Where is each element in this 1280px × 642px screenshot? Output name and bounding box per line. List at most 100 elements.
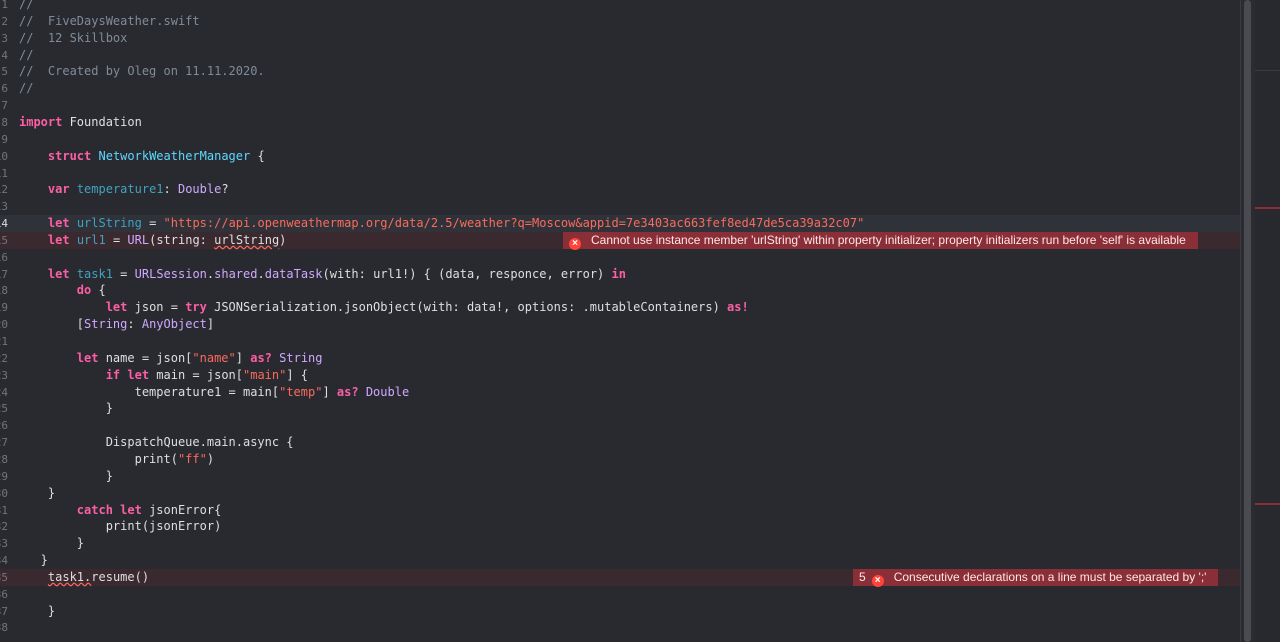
code-text: //	[19, 80, 33, 97]
code-token: =	[141, 216, 164, 231]
code-token: shared	[214, 266, 258, 281]
code-line[interactable]: 3 // 12 Skillbox	[0, 30, 1240, 47]
code-token: )	[279, 232, 287, 247]
code-token: struct	[47, 148, 92, 163]
code-token: let	[105, 300, 128, 315]
code-line[interactable]: 16	[0, 249, 1240, 266]
line-number: 2	[1, 14, 8, 28]
code-token: do	[76, 283, 92, 298]
code-editor[interactable]: 1 // 2 // FiveDaysWeather.swift 3 // 12 Skill…	[0, 0, 1240, 642]
code-line[interactable]: 34 }	[0, 552, 1240, 569]
code-token: main = json[	[149, 367, 243, 382]
scrollbar-thumb[interactable]	[1244, 0, 1251, 642]
code-token: String	[84, 317, 128, 332]
code-text: print(jsonError)	[19, 518, 222, 535]
code-line[interactable]: 19 let json = try JSONSerialization.json…	[0, 299, 1240, 316]
code-text: // Created by Oleg on 11.11.2020.	[19, 63, 265, 80]
code-line[interactable]: 1 //	[0, 0, 1240, 13]
code-line[interactable]: 29 }	[0, 468, 1240, 485]
code-token: AnyObject	[141, 317, 207, 332]
code-token: .	[257, 266, 265, 281]
code-text: struct NetworkWeatherManager {	[19, 148, 265, 165]
line-number: 9	[1, 132, 8, 146]
line-number: 36	[0, 587, 8, 601]
code-line[interactable]: 20 [String: AnyObject]	[0, 316, 1240, 333]
code-line[interactable]: 5 // Created by Oleg on 11.11.2020.	[0, 63, 1240, 80]
code-line[interactable]: 2 // FiveDaysWeather.swift	[0, 13, 1240, 30]
code-token: jsonError{	[141, 502, 222, 517]
code-line[interactable]: 31 catch let jsonError{	[0, 502, 1240, 519]
code-token: ]	[235, 350, 251, 365]
code-line[interactable]: 8 import Foundation	[0, 114, 1240, 131]
code-token: }	[19, 485, 56, 500]
code-line[interactable]: 17 let task1 = URLSession.shared.dataTas…	[0, 266, 1240, 283]
code-token: if	[105, 367, 121, 382]
code-token: ] {	[286, 367, 309, 382]
code-text: catch let jsonError{	[19, 502, 222, 519]
minimap-divider	[1255, 70, 1280, 71]
code-line[interactable]: 38	[0, 619, 1240, 636]
code-line[interactable]: 4 //	[0, 47, 1240, 64]
code-token: Foundation	[62, 114, 142, 129]
code-token: // 12 Skillbox	[19, 30, 128, 45]
code-line[interactable]: 30 }	[0, 485, 1240, 502]
code-line[interactable]: 7	[0, 97, 1240, 114]
code-token: //	[19, 81, 34, 96]
error-banner[interactable]: 5 × Consecutive declarations on a line mus…	[853, 568, 1219, 587]
code-line[interactable]: 12 var temperature1: Double?	[0, 181, 1240, 198]
line-number: 8	[1, 115, 8, 129]
code-line[interactable]: 33 }	[0, 535, 1240, 552]
code-line[interactable]: 28 print("ff")	[0, 451, 1240, 468]
code-text: }	[19, 552, 48, 569]
code-line[interactable]: 24 temperature1 = main["temp"] as? Doubl…	[0, 384, 1240, 401]
code-token: let	[47, 266, 70, 281]
code-line[interactable]: 14 let urlString = "https://api.openweat…	[0, 215, 1240, 233]
code-line[interactable]: 15 let url1 = URL(string: urlString) ×Can…	[0, 231, 1240, 250]
code-text: //	[19, 0, 33, 13]
code-token: NetworkWeatherManager	[98, 148, 251, 163]
code-line[interactable]: 27 DispatchQueue.main.async {	[0, 434, 1240, 451]
code-line[interactable]: 22 let name = json["name"] as? String	[0, 350, 1240, 367]
code-line[interactable]: 10 struct NetworkWeatherManager {	[0, 148, 1240, 165]
code-text: let urlString = "https://api.openweather…	[19, 215, 864, 232]
code-line[interactable]: 6 //	[0, 80, 1240, 97]
code-line[interactable]: 11	[0, 165, 1240, 182]
code-text: }	[19, 535, 84, 552]
code-line[interactable]: 25 }	[0, 400, 1240, 417]
code-line[interactable]: 13	[0, 198, 1240, 215]
code-token: }	[19, 536, 85, 551]
error-token: urlString	[214, 232, 280, 247]
line-number: 33	[0, 537, 8, 551]
code-token: "name"	[192, 350, 236, 365]
code-line[interactable]: 37 }	[0, 603, 1240, 620]
code-line[interactable]: 23 if let main = json["main"] {	[0, 367, 1240, 384]
line-number: 20	[0, 318, 8, 332]
vertical-scrollbar[interactable]	[1240, 0, 1255, 642]
code-text: }	[19, 485, 55, 502]
code-line[interactable]: 18 do {	[0, 282, 1240, 299]
minimap[interactable]	[1255, 0, 1280, 642]
code-line[interactable]: 36	[0, 586, 1240, 603]
line-number: 12	[0, 183, 8, 197]
code-token: }	[19, 401, 113, 416]
code-token: var	[47, 182, 70, 197]
code-line[interactable]: 21	[0, 333, 1240, 350]
code-text: task1.resume()	[19, 569, 149, 586]
code-token: print(	[19, 451, 178, 466]
error-banner[interactable]: × Cannot use instance member 'urlString' …	[563, 231, 1198, 250]
code-text: //	[19, 47, 33, 64]
code-line[interactable]: 35 task1.resume() 5×Consecutive declarati…	[0, 568, 1240, 587]
code-line[interactable]: 26	[0, 417, 1240, 434]
minimap-error-marker	[1255, 503, 1280, 505]
line-number: 32	[0, 520, 8, 534]
code-token: import	[19, 114, 63, 129]
code-line[interactable]: 32 print(jsonError)	[0, 518, 1240, 535]
code-line[interactable]: 9	[0, 131, 1240, 148]
